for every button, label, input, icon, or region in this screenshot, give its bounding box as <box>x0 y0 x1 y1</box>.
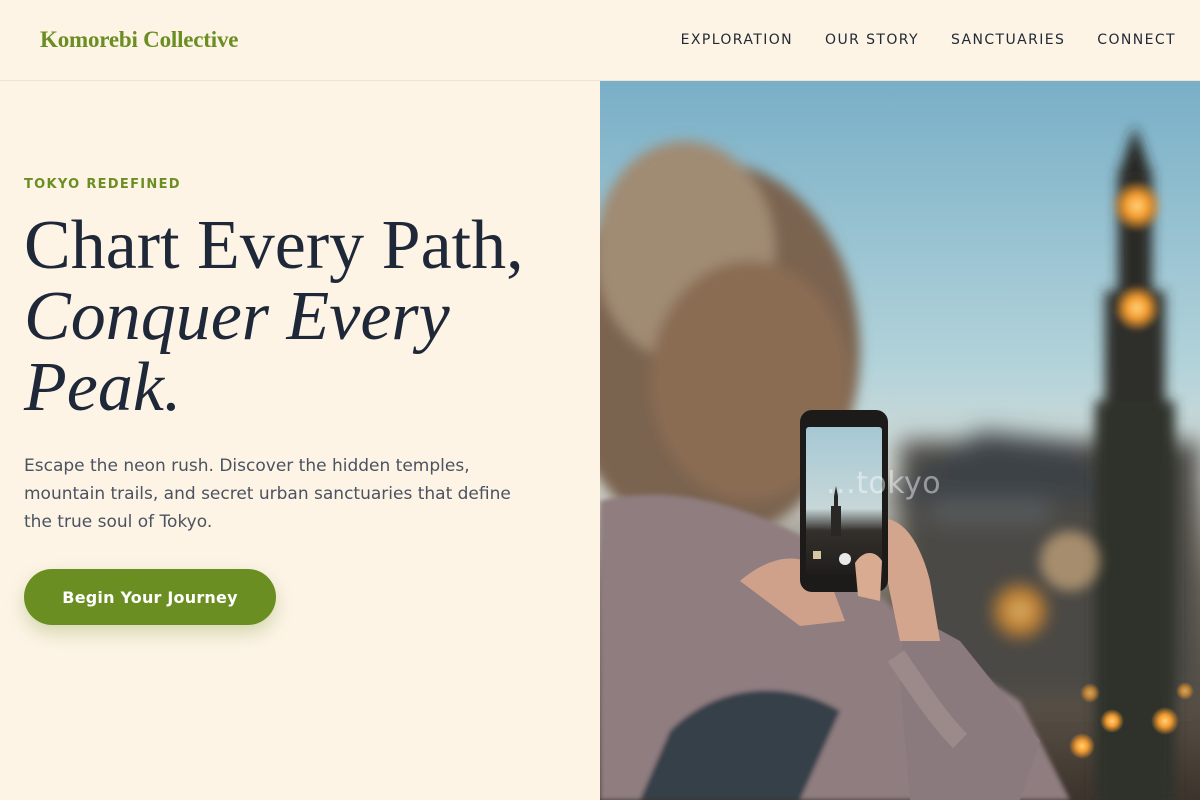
nav-item-exploration[interactable]: EXPLORATION <box>681 31 793 49</box>
hero-headline-line-1: Chart Every Path, <box>24 207 524 284</box>
photo-watermark: ...tokyo <box>826 466 942 501</box>
main-nav: EXPLORATION OUR STORY SANCTUARIES CONNEC… <box>681 31 1176 49</box>
hero-photo: ...tokyo <box>600 81 1200 800</box>
nav-item-connect[interactable]: CONNECT <box>1097 31 1176 49</box>
brand-logo[interactable]: Komorebi Collective <box>40 26 238 54</box>
photo-illustration <box>600 81 1200 800</box>
nav-item-sanctuaries[interactable]: SANCTUARIES <box>951 31 1065 49</box>
hero-eyebrow: TOKYO REDEFINED <box>24 177 181 192</box>
thumb <box>855 552 882 601</box>
hero-headline: Chart Every Path, Conquer Every Peak. <box>24 210 584 423</box>
begin-journey-button[interactable]: Begin Your Journey <box>24 569 276 625</box>
site-header: Komorebi Collective EXPLORATION OUR STOR… <box>0 0 1200 81</box>
nav-item-our-story[interactable]: OUR STORY <box>825 31 919 49</box>
hero-subtext: Escape the neon rush. Discover the hidde… <box>24 456 511 532</box>
hero-headline-line-2: Conquer Every Peak. <box>24 278 450 426</box>
